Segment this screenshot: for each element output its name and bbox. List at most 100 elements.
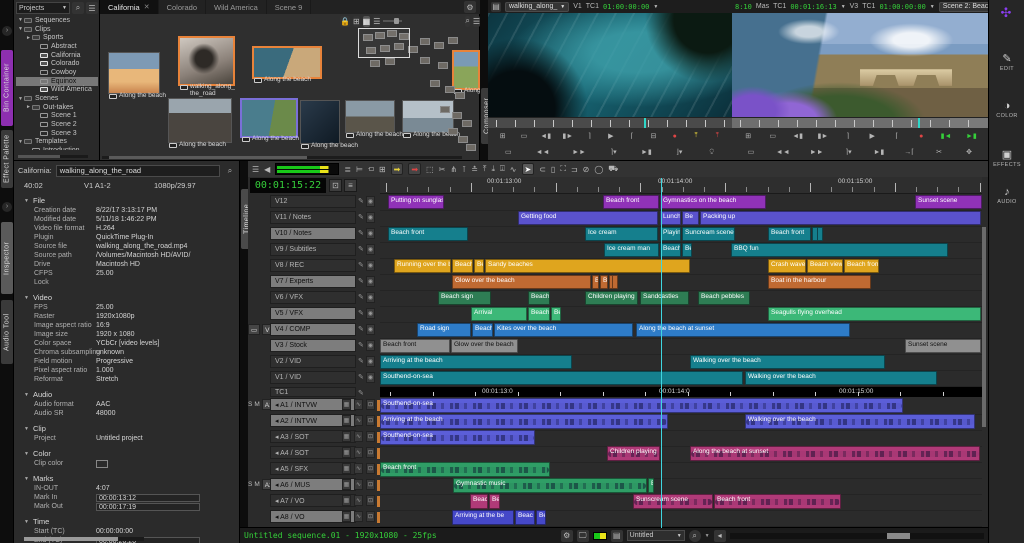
monitor-icon[interactable]: ▭: [248, 324, 261, 335]
timeline-clip[interactable]: Lunch: [660, 211, 681, 225]
record-position-bar[interactable]: [732, 117, 988, 129]
solo-button[interactable]: S: [248, 401, 252, 408]
mini-thumbnail[interactable]: [452, 112, 462, 119]
property-value[interactable]: 00:00:13:12: [96, 493, 200, 502]
timeline-clip[interactable]: Children playing: [607, 446, 660, 461]
goto-out-icon[interactable]: ⌉▾: [608, 148, 618, 156]
automation-icon[interactable]: ∿: [354, 479, 363, 490]
grid-icon[interactable]: ⊟: [648, 132, 658, 140]
rewind-icon[interactable]: ◄◄: [776, 149, 790, 156]
timeline-clip[interactable]: Walking over the beach: [745, 371, 937, 385]
trim-tool-icon[interactable]: ⛶: [560, 164, 566, 174]
mute-button[interactable]: M: [254, 481, 259, 488]
timeline-clip[interactable]: Gymnastic music: [453, 478, 647, 493]
workspace-edit[interactable]: ✎ EDIT: [989, 52, 1024, 72]
record-timecode[interactable]: 01:00:00:00: [879, 3, 925, 11]
track-name-v8[interactable]: V8 / REC: [270, 259, 356, 272]
list-view-icon[interactable]: ☰: [373, 15, 381, 27]
meter-chip[interactable]: [592, 531, 607, 540]
track-name-v2[interactable]: V2 / VID: [270, 355, 356, 368]
step-back-icon[interactable]: ◄▮: [540, 132, 551, 140]
tree-item-wild-america[interactable]: Wild America: [16, 86, 98, 95]
sit-icon[interactable]: ⍜: [707, 148, 717, 156]
timeline-vscrollbar[interactable]: [982, 227, 986, 427]
step-forward-icon[interactable]: ▮►: [817, 132, 828, 140]
source-clip-menu[interactable]: walking_along_ ▼: [505, 1, 570, 12]
collapse-triangle-icon[interactable]: ▼: [24, 426, 29, 432]
timeline-clip[interactable]: Road sign: [417, 323, 471, 337]
mini-thumbnail[interactable]: [438, 62, 448, 69]
timeline-clip[interactable]: Be: [551, 307, 561, 321]
text-tool-icon[interactable]: ⊺: [462, 165, 466, 174]
mark-in-icon[interactable]: ⌈: [892, 132, 902, 140]
timeline-clip[interactable]: B: [648, 478, 654, 493]
mini-thumbnail[interactable]: [462, 120, 472, 127]
waveform-toggle-icon[interactable]: ▦: [342, 447, 351, 458]
go-in-icon[interactable]: ▮◄: [941, 132, 952, 140]
trim-mode-icon[interactable]: ⟤: [368, 164, 374, 174]
waveform-toggle-icon[interactable]: ▦: [342, 495, 351, 506]
collapse-triangle-icon[interactable]: ▼: [24, 392, 29, 398]
timeline-clip[interactable]: Beach front: [380, 462, 550, 477]
play-inout-icon[interactable]: ►▮: [873, 148, 884, 156]
mini-thumbnail[interactable]: [440, 106, 450, 113]
section-header[interactable]: ▼ Time: [14, 516, 239, 527]
keyframe-icon[interactable]: ⊡: [366, 495, 375, 506]
clip-thumbnail[interactable]: Along the beach: [345, 100, 403, 138]
keyframe-icon[interactable]: ⊡: [366, 399, 375, 410]
collapse-triangle-icon[interactable]: ▼: [24, 451, 29, 457]
go-out-icon[interactable]: ►▮: [966, 132, 977, 140]
record-sequence-menu[interactable]: Scene 2: Beac▼: [938, 1, 988, 12]
pencil-icon[interactable]: ✎: [358, 277, 364, 285]
collapse-toggle-icon[interactable]: ›: [2, 202, 12, 212]
collapse-triangle-icon[interactable]: ▼: [24, 295, 29, 301]
timeline-clip[interactable]: B: [592, 275, 599, 289]
timeline-clip[interactable]: Beach front: [844, 259, 879, 273]
menu-icon[interactable]: ▭: [746, 148, 756, 156]
clear-marks-icon[interactable]: ⌋▾: [674, 148, 684, 156]
track-name-tc1[interactable]: TC1: [270, 387, 356, 397]
bin-tab-california[interactable]: California ✕: [100, 0, 159, 14]
dropdown-arrow-icon[interactable]: ▼: [653, 4, 658, 10]
play-icon[interactable]: ▶: [606, 132, 616, 140]
pencil-icon[interactable]: ✎: [358, 357, 364, 365]
overwrite-icon[interactable]: ⤒: [712, 132, 722, 140]
automation-icon[interactable]: ∿: [354, 463, 363, 474]
timeline-clip[interactable]: Suncream scene: [682, 227, 735, 241]
workspace-audio[interactable]: ♪ AUDIO: [989, 186, 1024, 205]
menu-icon[interactable]: ☰: [86, 2, 98, 14]
timeline-clip[interactable]: Children playing: [585, 291, 638, 305]
timeline-clip[interactable]: Running over the b: [394, 259, 451, 273]
workspace-color[interactable]: ◑ COLOR: [989, 100, 1024, 119]
to-top-icon[interactable]: ⤒: [483, 164, 487, 174]
pencil-icon[interactable]: ✎: [358, 373, 364, 381]
track-monitor-icon[interactable]: ◉: [366, 244, 375, 255]
timeline-clip[interactable]: Be: [536, 510, 546, 525]
timeline-clip[interactable]: Crash wave: [768, 259, 806, 273]
clip-thumbnail[interactable]: walking_along_ the_road: [178, 36, 235, 97]
timeline-clip[interactable]: Ice cream man: [604, 243, 659, 257]
tree-item-scene-2[interactable]: Scene 2: [16, 120, 98, 129]
timeline-clip[interactable]: Sandy beaches: [485, 259, 690, 273]
mark-out-icon[interactable]: ⌉: [843, 132, 853, 140]
record-icon[interactable]: ●: [670, 133, 680, 140]
timeline-clip[interactable]: Beac: [470, 494, 488, 509]
pencil-icon[interactable]: ✎: [358, 309, 364, 317]
track-name-v9[interactable]: V9 / Subtitles: [270, 243, 356, 256]
clip-thumbnail[interactable]: Along the beach: [300, 100, 358, 149]
focus-icon[interactable]: ◀: [264, 165, 270, 174]
timeline-clip[interactable]: Packing up: [700, 211, 981, 225]
pencil-icon[interactable]: ✎: [358, 293, 364, 301]
keyframe-icon[interactable]: ⊡: [366, 431, 375, 442]
timeline-clip[interactable]: Walking over the beach: [690, 355, 885, 369]
mini-thumbnail[interactable]: [455, 92, 465, 99]
step-forward-icon[interactable]: ▮►: [562, 132, 573, 140]
clip-thumbnail[interactable]: Along the beach: [108, 52, 166, 99]
pencil-icon[interactable]: ✎: [358, 245, 364, 253]
collapse-triangle-icon[interactable]: ▼: [24, 476, 29, 482]
automation-icon[interactable]: ∿: [354, 399, 363, 410]
mini-thumbnail[interactable]: [434, 42, 444, 49]
mark-in-icon[interactable]: ⌈: [627, 132, 637, 140]
rewind-icon[interactable]: ◄◄: [536, 149, 550, 156]
timeline-clip[interactable]: [817, 227, 823, 241]
